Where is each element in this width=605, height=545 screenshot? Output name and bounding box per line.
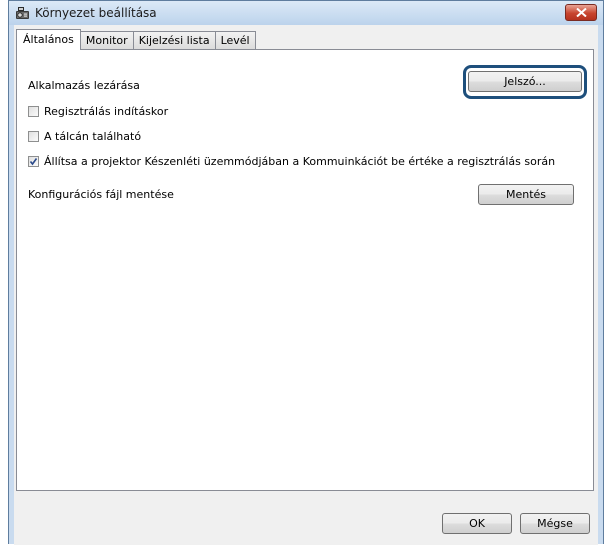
standby-communication-label: Állítsa a projektor Készenléti üzemmódjá… xyxy=(44,155,556,168)
ok-button[interactable]: OK xyxy=(442,513,512,534)
config-file-save-label: Konfigurációs fájl mentése xyxy=(28,188,174,201)
in-taskbar-row[interactable]: A tálcán található xyxy=(28,130,141,143)
window-title: Környezet beállítása xyxy=(35,6,157,20)
lock-app-label: Alkalmazás lezárása xyxy=(28,79,140,92)
password-button[interactable]: Jelszó... xyxy=(468,71,582,92)
title-bar: Környezet beállítása xyxy=(9,1,603,25)
tab-strip: Általános Monitor Kijelzési lista Levél xyxy=(16,27,256,50)
tab-monitor[interactable]: Monitor xyxy=(80,31,134,49)
settings-window: Környezet beállítása Általános Monitor K… xyxy=(8,0,604,545)
tab-general[interactable]: Általános xyxy=(16,29,81,50)
register-at-startup-label: Regisztrálás indításkor xyxy=(44,105,169,118)
close-icon xyxy=(576,8,587,17)
checkmark-icon xyxy=(29,158,38,166)
save-button[interactable]: Mentés xyxy=(478,184,574,205)
standby-communication-row[interactable]: Állítsa a projektor Készenléti üzemmódjá… xyxy=(28,155,555,168)
standby-communication-checkbox[interactable] xyxy=(28,156,39,167)
in-taskbar-checkbox[interactable] xyxy=(28,131,39,142)
projector-app-icon xyxy=(15,5,31,21)
general-tab-panel: Alkalmazás lezárása Jelszó... Regisztrál… xyxy=(16,49,594,491)
dialog-client-area: Általános Monitor Kijelzési lista Levél … xyxy=(14,25,598,545)
register-at-startup-row[interactable]: Regisztrálás indításkor xyxy=(28,105,168,118)
tab-display-list[interactable]: Kijelzési lista xyxy=(133,31,216,49)
register-at-startup-checkbox[interactable] xyxy=(28,106,39,117)
cancel-button[interactable]: Mégse xyxy=(520,513,590,534)
in-taskbar-label: A tálcán található xyxy=(44,130,142,143)
close-button[interactable] xyxy=(565,4,597,21)
tab-mail[interactable]: Levél xyxy=(215,31,256,49)
